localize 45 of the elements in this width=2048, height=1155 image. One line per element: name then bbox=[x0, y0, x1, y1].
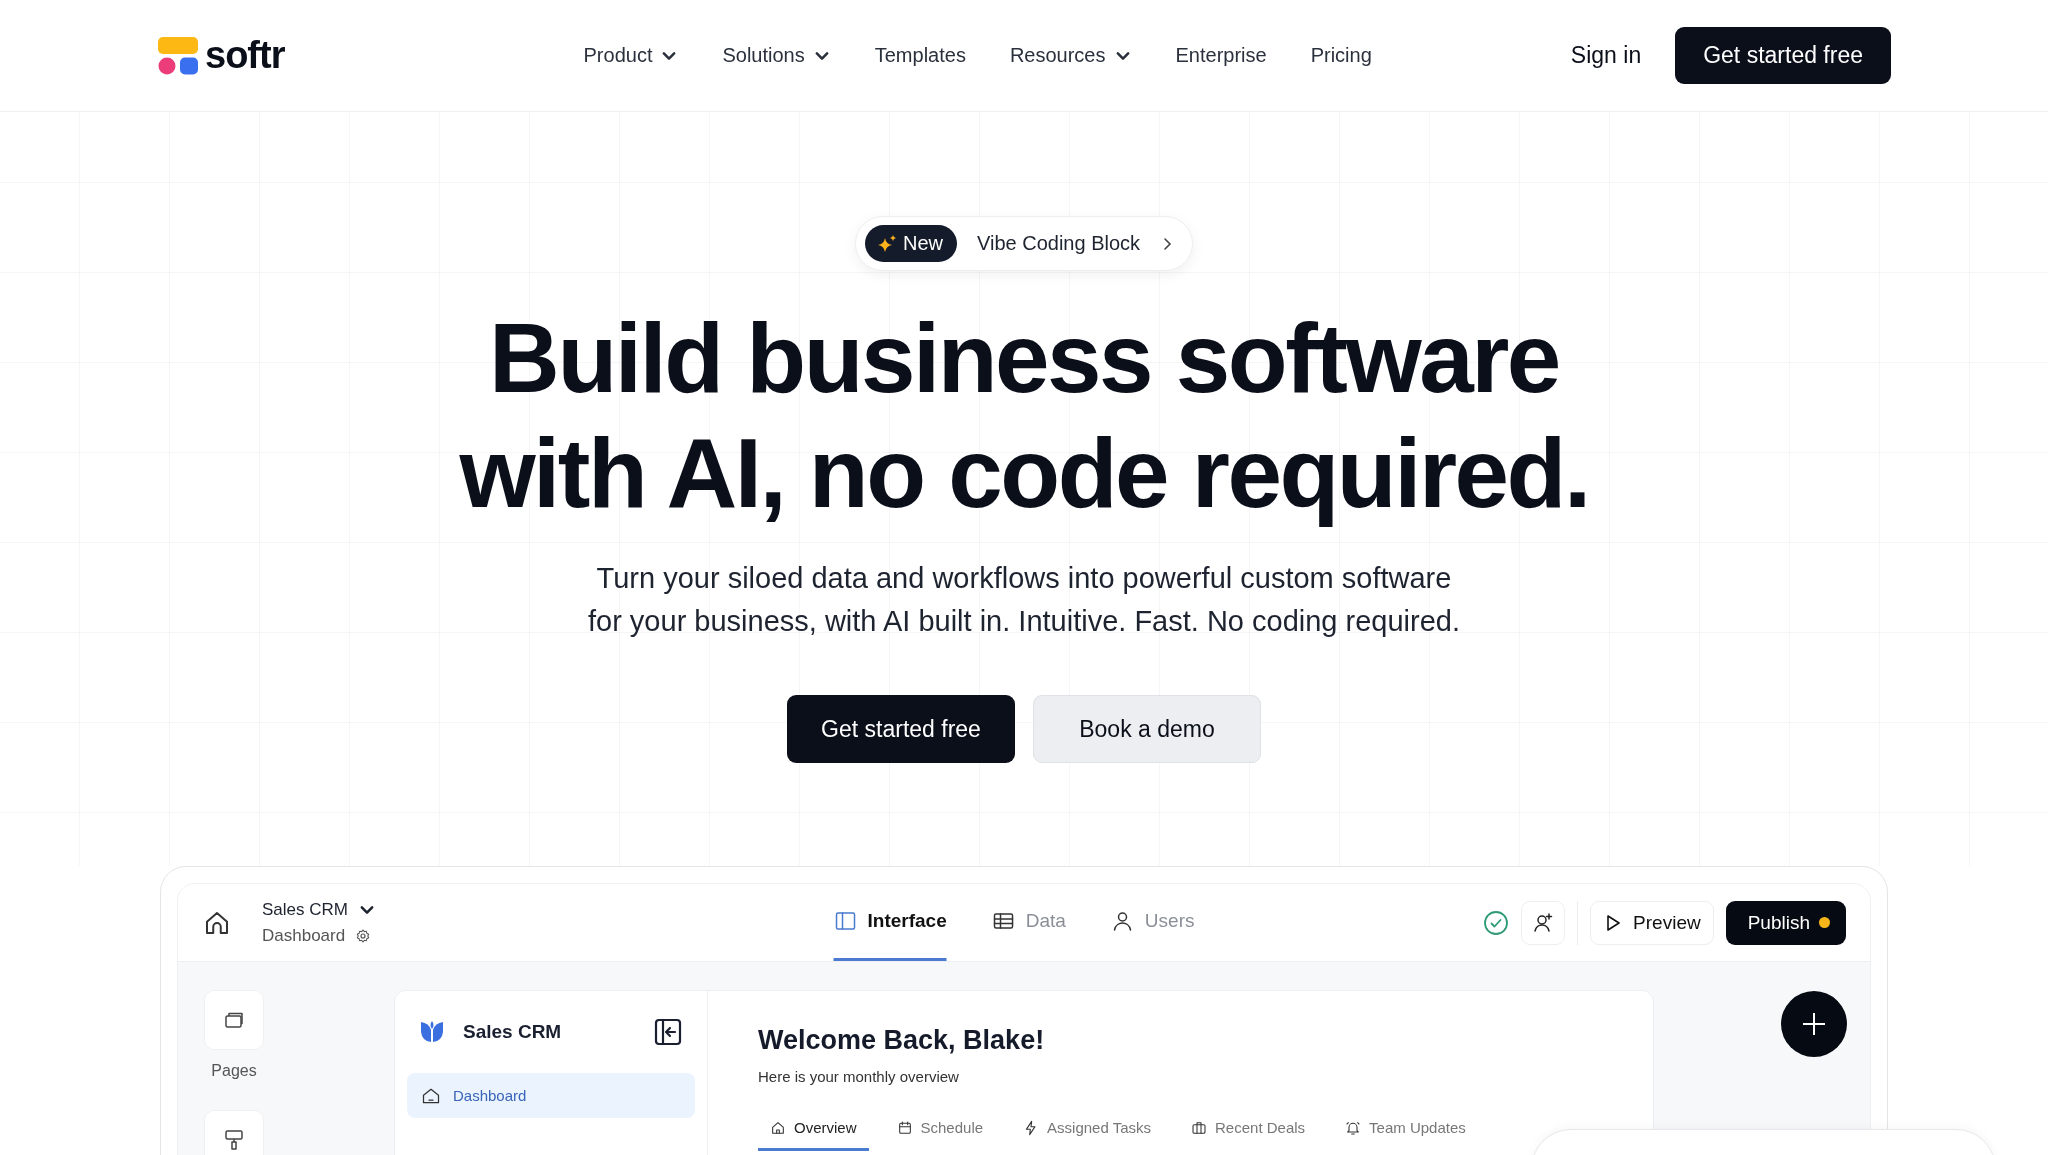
announcement-badge[interactable]: New Vibe Coding Block bbox=[854, 216, 1194, 271]
design-button[interactable] bbox=[204, 1110, 264, 1155]
logo-icon bbox=[157, 34, 199, 77]
dashboard-tab[interactable]: Assigned Tasks bbox=[1011, 1119, 1164, 1151]
nav-link[interactable]: Product bbox=[583, 44, 679, 67]
nav-link[interactable]: Templates bbox=[874, 44, 966, 67]
page-name[interactable]: Dashboard bbox=[262, 925, 346, 946]
sign-in-link[interactable]: Sign in bbox=[1570, 42, 1642, 69]
tulip-logo-icon bbox=[419, 1019, 445, 1045]
get-started-button[interactable]: Get started free bbox=[787, 695, 1015, 763]
nav-link[interactable]: Solutions bbox=[722, 44, 831, 67]
dashboard-tab[interactable]: Overview bbox=[758, 1119, 869, 1151]
overview-subtitle: Here is your monthly overview bbox=[758, 1068, 960, 1085]
app-title: Sales CRM bbox=[463, 1021, 562, 1043]
calendar-icon bbox=[896, 1119, 913, 1136]
sidebar-item[interactable]: Dashboard bbox=[407, 1073, 695, 1118]
publish-button[interactable]: Publish bbox=[1725, 900, 1846, 945]
preview-button[interactable]: Preview bbox=[1590, 900, 1714, 945]
new-tag: New bbox=[864, 225, 957, 262]
logo-text: softr bbox=[205, 34, 285, 77]
nav-link[interactable]: Enterprise bbox=[1175, 44, 1267, 67]
book-demo-button[interactable]: Book a demo bbox=[1033, 695, 1261, 763]
dashboard-tab[interactable]: Schedule bbox=[884, 1119, 996, 1151]
dashboard-tab[interactable]: Recent Deals bbox=[1179, 1119, 1318, 1151]
nav-link[interactable]: Pricing bbox=[1310, 44, 1372, 67]
dashboard-tab[interactable]: Team Updates bbox=[1333, 1119, 1478, 1151]
paint-roller-icon bbox=[222, 1128, 246, 1152]
nav-link[interactable]: Resources bbox=[1009, 44, 1132, 67]
rail-label: Pages bbox=[210, 1062, 258, 1080]
check-circle-icon bbox=[1483, 909, 1510, 936]
get-started-button[interactable]: Get started free bbox=[1675, 27, 1891, 84]
invite-user-button[interactable] bbox=[1521, 900, 1566, 945]
editor-tab[interactable]: Interface bbox=[833, 884, 947, 961]
pages-button[interactable] bbox=[204, 990, 264, 1050]
briefcase-icon bbox=[1191, 1119, 1208, 1136]
subtitle: Turn your siloed data and workflows into powerful custom software for your business, with AI built in. Intuitive. Fast. No coding required. bbox=[587, 561, 1460, 639]
collapse-sidebar-icon[interactable] bbox=[653, 1017, 683, 1047]
home-icon bbox=[770, 1119, 786, 1136]
bell-icon bbox=[1345, 1119, 1362, 1136]
sidebar-layout-icon bbox=[833, 909, 858, 933]
settings-icon[interactable] bbox=[355, 927, 372, 944]
welcome-heading: Welcome Back, Blake! bbox=[758, 1025, 1046, 1056]
project-name[interactable]: Sales CRM bbox=[262, 899, 348, 920]
badge-text: Vibe Coding Block bbox=[976, 232, 1141, 255]
headline: Build business software with AI, no code required. bbox=[459, 302, 1589, 530]
